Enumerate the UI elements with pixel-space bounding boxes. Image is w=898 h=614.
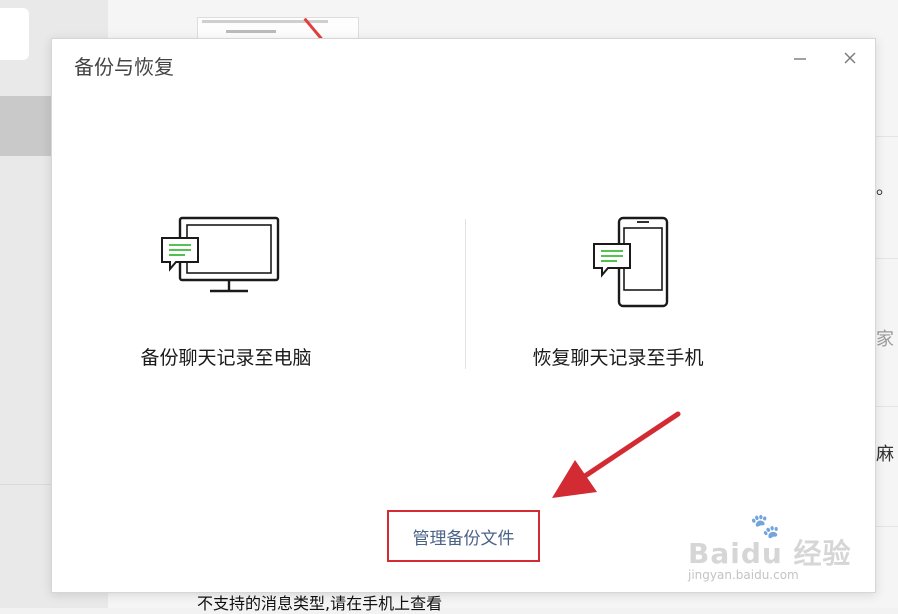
list-divider [876,406,898,407]
chat-text-fragment: 麻 [876,444,894,465]
backup-to-pc-option[interactable]: 备份聊天记录至电脑 [82,204,442,394]
chat-text-fragment: 。 [876,178,894,199]
minimize-button[interactable] [787,47,813,71]
dialog-title: 备份与恢复 [74,55,174,79]
manage-backup-files-link[interactable]: 管理备份文件 [389,512,538,560]
backup-restore-dialog: 备份与恢复 备份聊天记录至电脑 恢复聊天记录至手机 管理备份文件 [51,38,876,593]
monitor-chat-icon [160,216,280,302]
list-divider [876,136,898,137]
list-divider [876,258,898,259]
highlight-box: 管理备份文件 [387,510,540,562]
close-button[interactable] [837,47,863,71]
chat-message: 不支持的消息类型,请在手机上查看 [197,594,443,613]
phone-chat-icon [592,216,672,314]
restore-to-phone-label: 恢复聊天记录至手机 [532,347,704,369]
backup-to-pc-label: 备份聊天记录至电脑 [140,347,312,369]
list-divider [876,526,898,527]
minimize-icon [793,50,807,69]
chat-text-fragment: 家 [876,329,894,350]
restore-to-phone-option[interactable]: 恢复聊天记录至手机 [482,204,842,394]
close-icon [843,50,857,69]
sidebar-search-box[interactable] [0,8,29,60]
